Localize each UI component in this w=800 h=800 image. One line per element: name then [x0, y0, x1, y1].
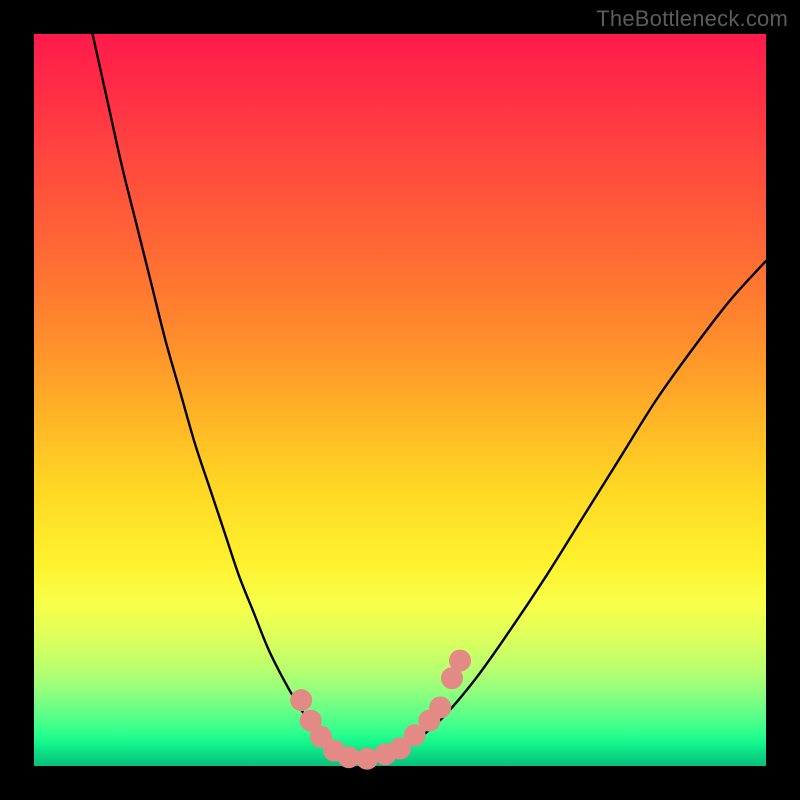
- curve-marker: [356, 748, 378, 770]
- curve-marker: [429, 696, 451, 718]
- curve-marker: [290, 689, 312, 711]
- watermark-text: TheBottleneck.com: [596, 6, 788, 32]
- marker-group: [290, 650, 471, 770]
- curve-marker: [449, 650, 471, 672]
- chart-frame: TheBottleneck.com: [0, 0, 800, 800]
- curve-layer: [34, 34, 766, 766]
- bottleneck-curve: [93, 34, 766, 759]
- plot-area: [34, 34, 766, 766]
